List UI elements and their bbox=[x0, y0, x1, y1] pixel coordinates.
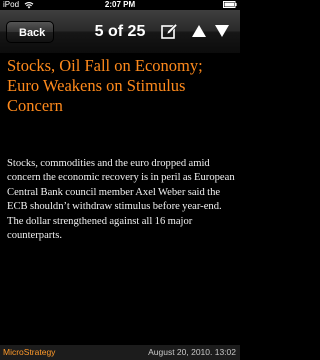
article-screen: iPod 2:07 PM Back 5 of 25 Stocks, Oil Fa… bbox=[0, 0, 240, 360]
publish-timestamp: August 20, 2010. 13:02 bbox=[148, 347, 236, 357]
source-name: MicroStrategy bbox=[3, 347, 56, 357]
clock: 2:07 PM bbox=[104, 0, 136, 9]
previous-arrow-icon[interactable] bbox=[192, 25, 206, 37]
article-headline: Stocks, Oil Fall on Economy; Euro Weaken… bbox=[7, 56, 203, 115]
back-button[interactable]: Back bbox=[6, 21, 55, 43]
status-bar: iPod 2:07 PM bbox=[0, 0, 240, 10]
battery-icon bbox=[223, 1, 237, 8]
article-body: Stocks, commodities and the euro dropped… bbox=[7, 158, 235, 242]
footer-bar: MicroStrategy August 20, 2010. 13:02 bbox=[0, 345, 240, 360]
navigation-bar: Back 5 of 25 bbox=[0, 10, 240, 54]
edit-icon[interactable] bbox=[161, 23, 178, 40]
article-position: 5 of 25 bbox=[94, 23, 146, 40]
next-arrow-icon[interactable] bbox=[215, 25, 229, 37]
